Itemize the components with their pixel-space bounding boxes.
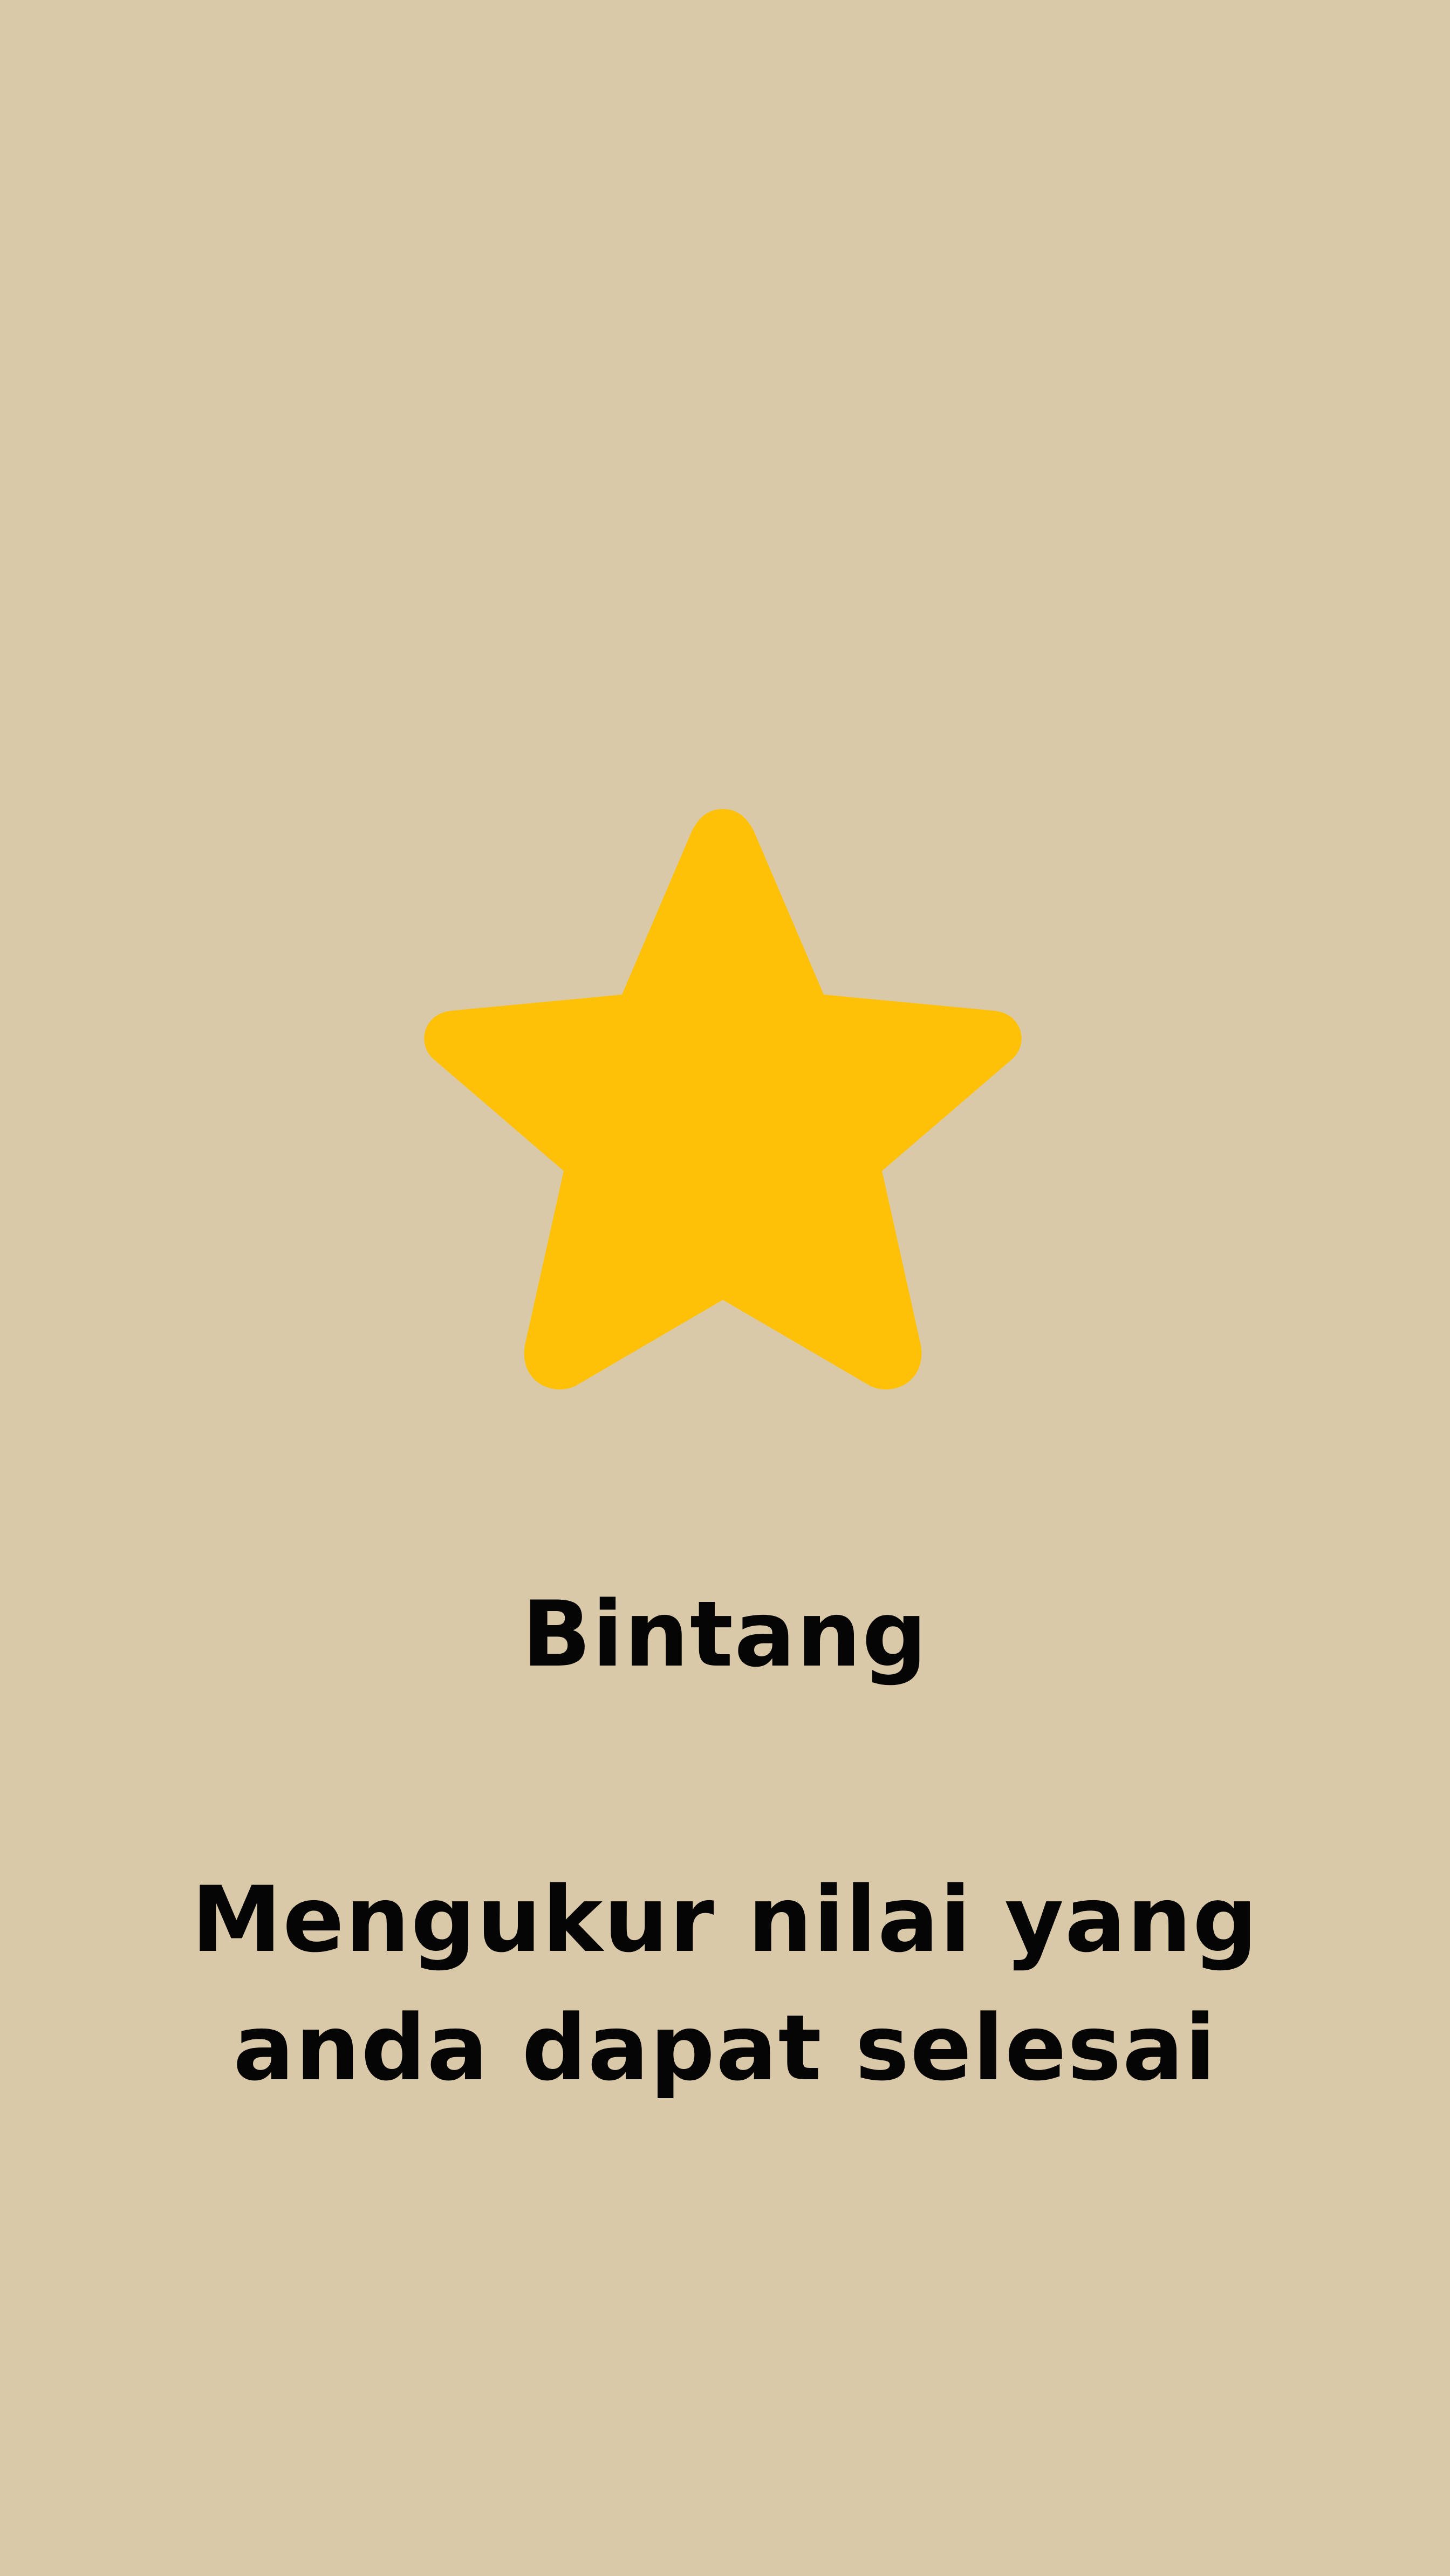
screen-description: Mengukur nilai yang anda dapat selesai: [191, 1867, 1259, 2101]
onboarding-screen: Bintang Mengukur nilai yang anda dapat s…: [0, 0, 1450, 2576]
screen-title: Bintang: [522, 1581, 928, 1687]
star-icon: [424, 809, 1022, 1390]
star-shape: [424, 809, 1022, 1390]
star-illustration: [410, 809, 1036, 1413]
